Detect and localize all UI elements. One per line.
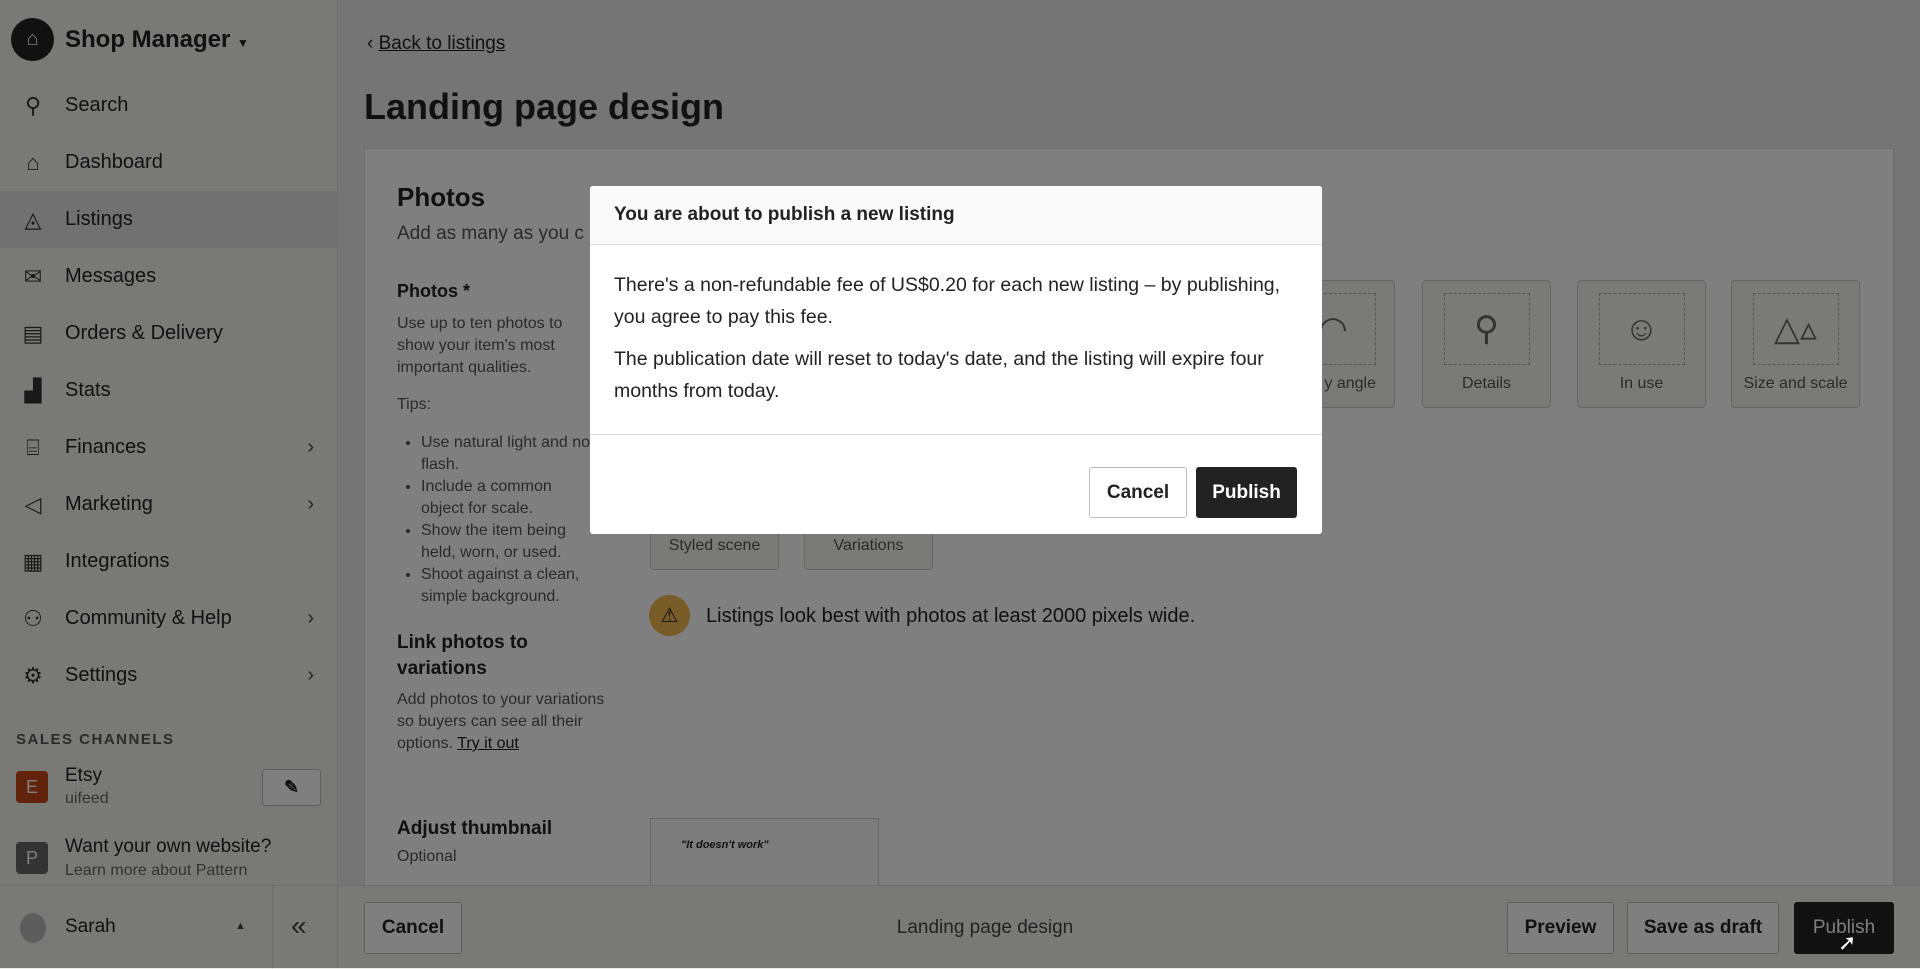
dialog-body: There's a non-refundable fee of US$0.20 … bbox=[590, 245, 1322, 435]
dialog-publish-button[interactable]: Publish bbox=[1196, 467, 1297, 518]
dialog-cancel-button[interactable]: Cancel bbox=[1089, 467, 1187, 518]
expiry-notice: The publication date will reset to today… bbox=[614, 348, 1264, 402]
mouse-cursor-icon: ➚ bbox=[1838, 930, 1857, 955]
publish-confirmation-dialog: You are about to publish a new listing T… bbox=[590, 186, 1322, 534]
fee-notice: There's a non-refundable fee of US$0.20 … bbox=[614, 274, 1281, 328]
dialog-title: You are about to publish a new listing bbox=[590, 186, 1322, 245]
